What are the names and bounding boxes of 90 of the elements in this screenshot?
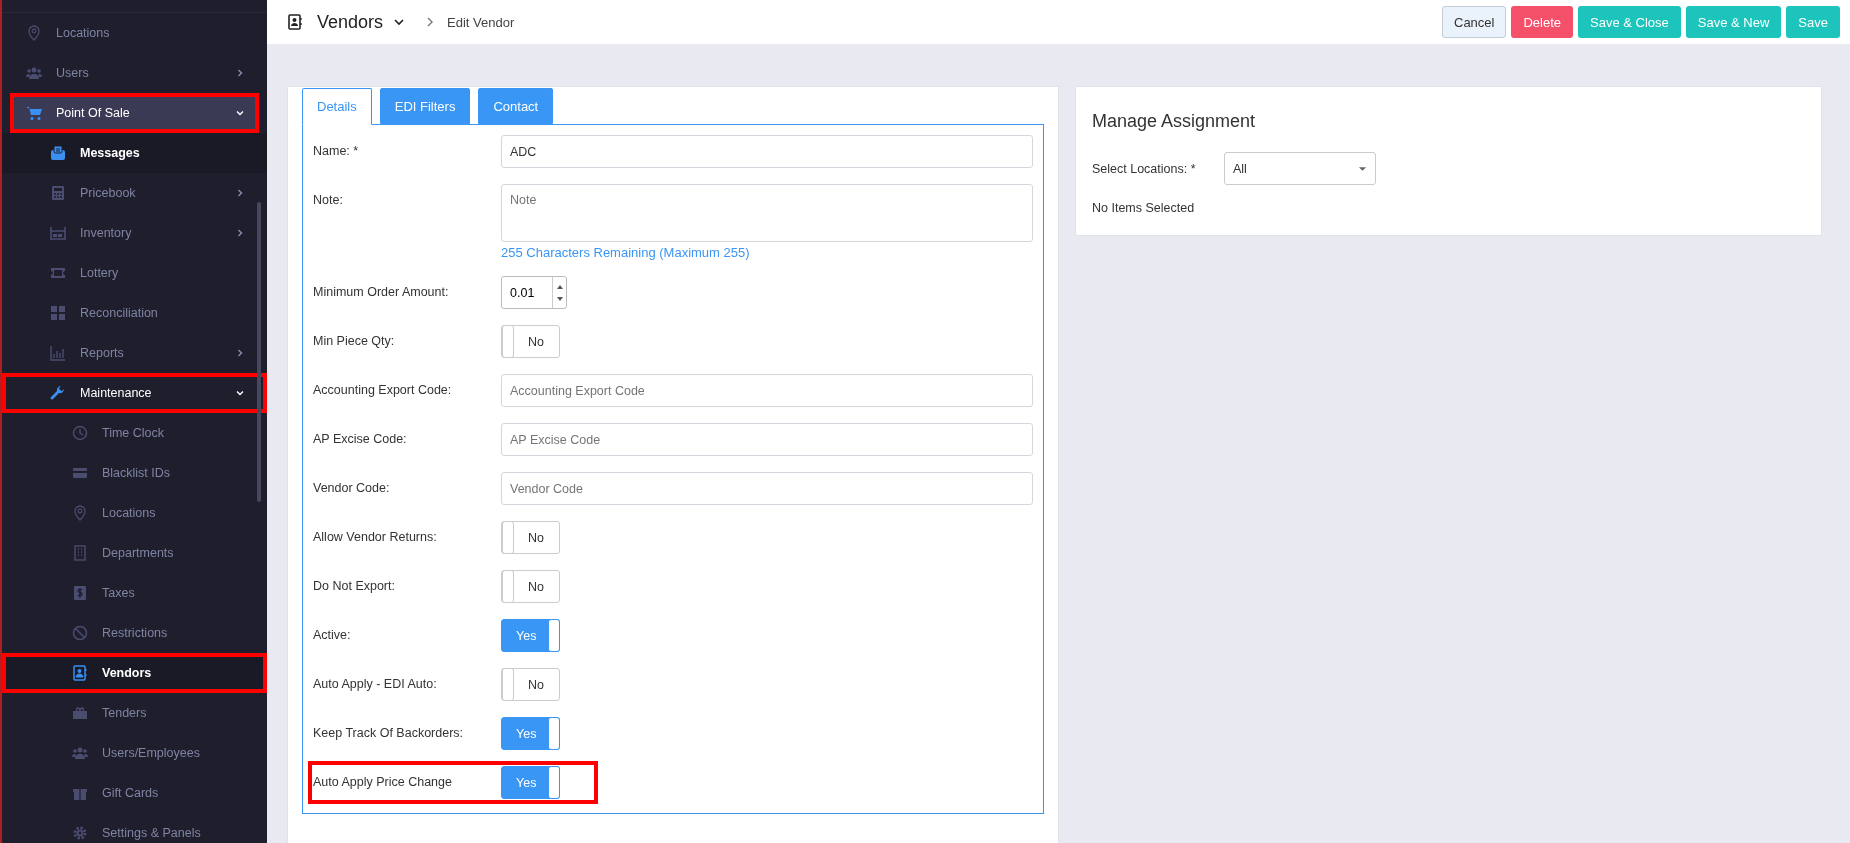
action-button[interactable]: Delete	[1511, 6, 1574, 38]
toggle-switch[interactable]: No	[501, 668, 560, 701]
page-title: Vendors	[317, 11, 384, 33]
tab[interactable]: Contact	[478, 88, 554, 124]
field-label: Allow Vendor Returns:	[313, 529, 438, 546]
field-label: Auto Apply Price Change	[313, 774, 453, 791]
chart-icon	[50, 345, 66, 361]
ban-icon	[72, 625, 88, 641]
sidebar-item[interactable]: Blacklist IDs	[2, 453, 267, 493]
field-label: Minimum Order Amount:	[313, 284, 450, 301]
pin-icon	[26, 25, 42, 41]
sidebar-item[interactable]: Lottery	[2, 253, 267, 293]
input-field[interactable]: Accounting Export Code	[501, 374, 1033, 407]
envelope-icon	[50, 145, 66, 161]
sidebar-item[interactable]: Reports	[2, 333, 267, 373]
calculator-icon	[50, 185, 66, 201]
sidebar-item[interactable]: Users	[2, 53, 267, 93]
sidebar-item[interactable]: Settings & Panels	[2, 813, 267, 843]
wrench-icon	[50, 385, 66, 401]
tab[interactable]: Details	[302, 88, 372, 125]
field-label: Name: *	[313, 143, 360, 160]
number-field[interactable]: 0.01	[501, 276, 567, 309]
chevron-down-icon	[235, 108, 245, 118]
grid-icon	[50, 305, 66, 321]
sidebar-item[interactable]: Users/Employees	[2, 733, 267, 773]
clock-icon	[72, 425, 88, 441]
note-field[interactable]: Note	[501, 184, 1033, 242]
chevron-right-icon	[235, 188, 245, 198]
sidebar-item[interactable]: Reconciliation	[2, 293, 267, 333]
sidebar-item[interactable]: Gift Cards	[2, 773, 267, 813]
chevron-down-icon[interactable]	[393, 16, 406, 28]
section-title: Manage Assignment	[1092, 111, 1257, 132]
field-label: Select Locations: *	[1092, 161, 1197, 176]
card-icon	[72, 465, 88, 481]
toggle-switch[interactable]: Yes	[501, 766, 560, 799]
building-icon	[72, 545, 88, 561]
sidebar-item[interactable]: Pricebook	[2, 173, 267, 213]
field-label: Vendor Code:	[313, 480, 391, 497]
sidebar-item[interactable]: Point Of Sale	[10, 93, 259, 133]
ticket-icon	[50, 265, 66, 281]
tab[interactable]: EDI Filters	[379, 88, 471, 124]
sidebar-item[interactable]: Time Clock	[2, 413, 267, 453]
field-label: Keep Track Of Backorders:	[313, 725, 465, 742]
contact-icon	[72, 665, 88, 681]
input-field[interactable]: ADC	[501, 135, 1033, 168]
input-field[interactable]: AP Excise Code	[501, 423, 1033, 456]
box-icon	[72, 705, 88, 721]
pin-icon	[72, 505, 88, 521]
character-count: 255 Characters Remaining (Maximum 255)	[501, 245, 751, 260]
sidebar-item[interactable]: Maintenance	[2, 373, 267, 413]
sidebar-item[interactable]: Messages	[2, 133, 267, 173]
shelf-icon	[50, 225, 66, 241]
number-input[interactable]: 0.01	[502, 277, 552, 308]
breadcrumb: Edit Vendor	[447, 14, 515, 30]
empty-text: No Items Selected	[1092, 201, 1196, 215]
sidebar-item[interactable]: Inventory	[2, 213, 267, 253]
location-select[interactable]: All	[1224, 152, 1376, 185]
field-label: Accounting Export Code:	[313, 382, 453, 399]
users-icon	[72, 745, 88, 761]
chevron-right-icon	[235, 348, 245, 358]
toggle-switch[interactable]: Yes	[501, 717, 560, 750]
sidebar-item[interactable]: Vendors	[2, 653, 267, 693]
chevron-right-icon	[235, 228, 245, 238]
cart-icon	[26, 105, 42, 121]
contact-icon	[287, 14, 303, 30]
sidebar-item[interactable]: Locations	[2, 13, 267, 53]
toggle-switch[interactable]: No	[501, 325, 560, 358]
toggle-switch[interactable]: Yes	[501, 619, 560, 652]
field-label: Auto Apply - EDI Auto:	[313, 676, 438, 693]
sidebar-item[interactable]: Taxes	[2, 573, 267, 613]
toggle-switch[interactable]: No	[501, 521, 560, 554]
input-field[interactable]: Vendor Code	[501, 472, 1033, 505]
field-label: Active:	[313, 627, 352, 644]
users-icon	[26, 65, 42, 81]
caret-icon	[1358, 165, 1367, 172]
field-label: Note:	[313, 192, 344, 209]
chevron-right-icon	[235, 68, 245, 78]
dollar-icon	[72, 585, 88, 601]
toggle-switch[interactable]: No	[501, 570, 560, 603]
field-label: AP Excise Code:	[313, 431, 408, 448]
sidebar-item[interactable]: Restrictions	[2, 613, 267, 653]
chevron-down-icon	[235, 388, 245, 398]
action-button[interactable]: Cancel	[1442, 6, 1507, 38]
sidebar-item[interactable]: Departments	[2, 533, 267, 573]
scrollbar[interactable]	[257, 202, 261, 502]
sidebar-item[interactable]: Tenders	[2, 693, 267, 733]
field-label: Do Not Export:	[313, 578, 396, 595]
down-arrow-icon[interactable]	[554, 294, 565, 303]
field-label: Min Piece Qty:	[313, 333, 396, 350]
sidebar-item[interactable]: Locations	[2, 493, 267, 533]
